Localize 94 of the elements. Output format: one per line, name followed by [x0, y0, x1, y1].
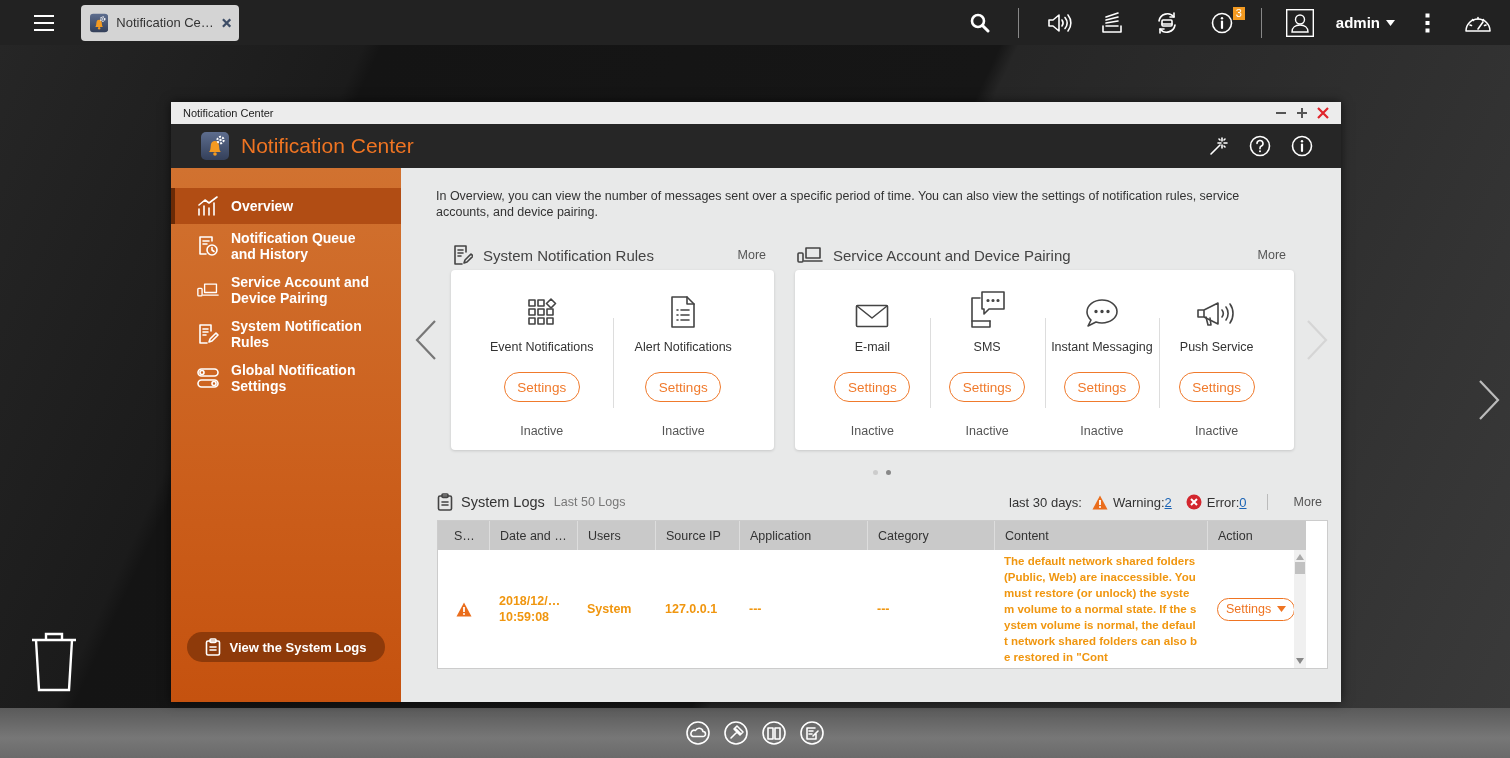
period-label: last 30 days: — [1009, 494, 1082, 510]
warning-icon — [455, 601, 472, 617]
sidebar-item[interactable]: Overview — [171, 188, 401, 224]
chevron-left-icon[interactable] — [415, 320, 437, 360]
error-count-link[interactable]: 0 — [1239, 494, 1247, 510]
item-label: Alert Notifications — [634, 340, 732, 354]
caret-icon — [1386, 19, 1395, 26]
history-icon — [197, 235, 219, 257]
menu-icon[interactable] — [33, 13, 55, 32]
phone-chat-icon — [968, 290, 1007, 328]
more-icon[interactable] — [1425, 12, 1430, 33]
content-cell-text: The default network shared folders (Public, Web) are inaccessible. You must restore (or unlock) the system volume to a normal state. If the system volume is normal, the default network shared folders can also be restored in "Cont — [1003, 554, 1198, 665]
more-link[interactable]: More — [731, 247, 772, 263]
chat-icon — [1084, 298, 1119, 328]
more-link[interactable]: More — [1287, 494, 1328, 510]
toggle-icon — [197, 367, 219, 389]
warning-icon — [1092, 494, 1108, 510]
warning-count-link[interactable]: 2 — [1164, 494, 1172, 510]
error-icon — [1185, 494, 1202, 510]
logs-title: System Logs — [461, 494, 545, 510]
warning-label: Warning: — [1113, 494, 1165, 510]
info-icon[interactable] — [1291, 135, 1313, 157]
mail-icon — [855, 304, 890, 328]
item-label: Instant Messaging — [1051, 340, 1153, 354]
magic-wand-icon[interactable] — [1209, 136, 1229, 156]
column-header[interactable]: S… — [438, 521, 489, 550]
book-icon[interactable] — [762, 721, 786, 745]
category-cell-text: --- — [876, 601, 891, 618]
trash-icon[interactable] — [30, 632, 78, 692]
view-logs-button[interactable]: View the System Logs — [187, 632, 385, 662]
cloud-icon[interactable] — [686, 721, 710, 745]
column-header[interactable]: Users — [577, 521, 655, 550]
date-cell-text: 2018/12/… 10:59:08 — [498, 593, 562, 626]
chart-icon — [197, 196, 219, 216]
more-link[interactable]: More — [1251, 247, 1292, 263]
close-icon[interactable] — [1317, 107, 1329, 119]
bell-icon — [201, 132, 229, 160]
status-text: Inactive — [1195, 424, 1239, 438]
logs-subtitle: Last 50 Logs — [553, 495, 626, 509]
layers-icon[interactable] — [1100, 11, 1123, 34]
column-header[interactable]: Category — [867, 521, 994, 550]
edit-document-icon — [453, 244, 473, 266]
app-tab[interactable]: Notification Ce… — [81, 4, 239, 41]
edit-document-icon — [197, 323, 219, 345]
column-header[interactable]: Content — [994, 521, 1207, 550]
chevron-right-icon[interactable] — [1478, 380, 1500, 420]
sidebar-item[interactable]: System Notification Rules — [171, 312, 401, 356]
sidebar-item[interactable]: Global Notification Settings — [171, 356, 401, 400]
help-icon[interactable] — [1249, 135, 1271, 157]
error-label: Error: — [1206, 494, 1240, 510]
bell-icon — [90, 12, 109, 33]
column-header[interactable]: Application — [739, 521, 867, 550]
item-label: SMS — [973, 340, 1001, 354]
section-title: System Notification Rules — [483, 246, 654, 264]
intro-text: In Overview, you can view the number of messages sent over a specific period of time. You can also view the settings of notification rules, service accounts, and device pairing. — [436, 188, 1241, 220]
document-icon — [670, 296, 697, 328]
column-header[interactable]: Source IP — [655, 521, 739, 550]
grid-icon — [526, 298, 557, 328]
app-title: Notification Center — [241, 134, 414, 158]
close-icon[interactable] — [221, 17, 231, 28]
scrollbar[interactable] — [1294, 550, 1306, 668]
tools-icon[interactable] — [724, 721, 748, 745]
application-cell-text: --- — [748, 601, 763, 618]
item-label: Event Notifications — [490, 340, 594, 354]
column-header[interactable]: Date and … — [489, 521, 577, 550]
search-icon[interactable] — [969, 12, 990, 33]
user-icon[interactable] — [1285, 8, 1314, 37]
volume-icon[interactable] — [1046, 12, 1073, 33]
window-title: Notification Center — [183, 107, 274, 119]
devices-icon — [197, 281, 219, 299]
status-text: Inactive — [1080, 424, 1124, 438]
column-header[interactable]: Action — [1207, 521, 1294, 550]
page-dot[interactable] — [872, 470, 878, 475]
page-dot[interactable] — [885, 470, 891, 475]
status-text: Inactive — [661, 424, 705, 438]
clipboard-icon — [205, 638, 222, 656]
maximize-icon[interactable] — [1296, 107, 1308, 119]
user-cell-text: System — [586, 601, 633, 618]
caret-icon — [1277, 606, 1287, 612]
status-text: Inactive — [520, 424, 564, 438]
sidebar-item[interactable]: Service Account and Device Pairing — [171, 268, 401, 312]
note-icon[interactable] — [800, 721, 824, 745]
info-icon[interactable] — [1210, 11, 1233, 34]
source-ip-cell-text: 127.0.0.1 — [664, 601, 719, 618]
user-menu[interactable]: admin — [1335, 14, 1395, 31]
notification-badge: 3 — [1232, 6, 1245, 20]
section-title: Service Account and Device Pairing — [833, 246, 1071, 264]
sidebar-item[interactable]: Notification Queue and History — [171, 224, 401, 268]
item-label: E-mail — [854, 340, 891, 354]
status-text: Inactive — [850, 424, 894, 438]
clipboard-icon — [437, 493, 453, 511]
item-label: Push Service — [1179, 340, 1254, 354]
devices-icon — [797, 246, 823, 264]
status-text: Inactive — [965, 424, 1009, 438]
